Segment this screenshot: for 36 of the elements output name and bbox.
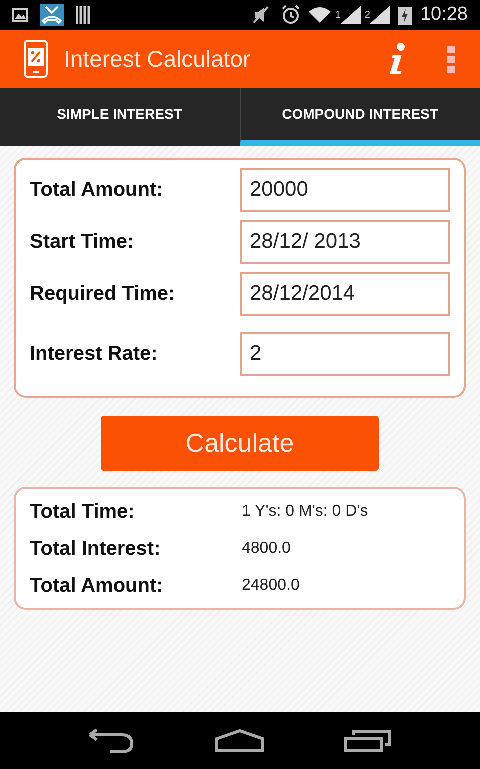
back-icon: [88, 728, 136, 754]
menu-icon: [446, 45, 456, 73]
signal-icon: [340, 6, 361, 24]
back-button[interactable]: [88, 728, 136, 754]
alarm-icon: [281, 5, 302, 25]
app-title: Interest Calculator: [64, 44, 252, 74]
field-label: Interest Rate:: [30, 342, 159, 367]
phone-percent-icon: [24, 40, 48, 78]
result-value: 24800.0: [242, 576, 300, 596]
input-field[interactable]: 28/12/2014: [240, 272, 450, 316]
tab[interactable]: SIMPLE INTEREST: [0, 88, 240, 146]
signal-icon: [370, 6, 390, 24]
input-field[interactable]: 28/12/ 2013: [240, 220, 450, 264]
result-label: Total Time:: [30, 500, 136, 524]
recent-apps-icon: [344, 728, 392, 752]
missed-call-icon: [40, 4, 64, 26]
wifi-icon: [309, 7, 332, 23]
result-value: 1 Y's: 0 M's: 0 D's: [242, 502, 368, 522]
result-value: 4800.0: [242, 538, 291, 558]
field-label: Required Time:: [30, 282, 176, 307]
input-field[interactable]: 2: [240, 332, 450, 376]
barcode-icon: [76, 6, 92, 24]
clock-time: 10:28: [420, 2, 468, 27]
field-label: Start Time:: [30, 230, 136, 255]
input-field[interactable]: 20000: [240, 168, 450, 212]
home-button[interactable]: [214, 728, 265, 752]
muted-sound-icon: [253, 6, 270, 24]
recent-apps-button[interactable]: [344, 728, 392, 752]
battery-icon: [398, 5, 412, 25]
sim-label: 1: [335, 8, 341, 22]
home-icon: [214, 728, 265, 752]
result-label: Total Interest:: [30, 536, 162, 562]
field-label: Total Amount:: [30, 178, 164, 203]
result-label: Total Amount:: [30, 574, 164, 598]
image-icon: [12, 8, 28, 22]
sim-label: 2: [364, 8, 370, 22]
